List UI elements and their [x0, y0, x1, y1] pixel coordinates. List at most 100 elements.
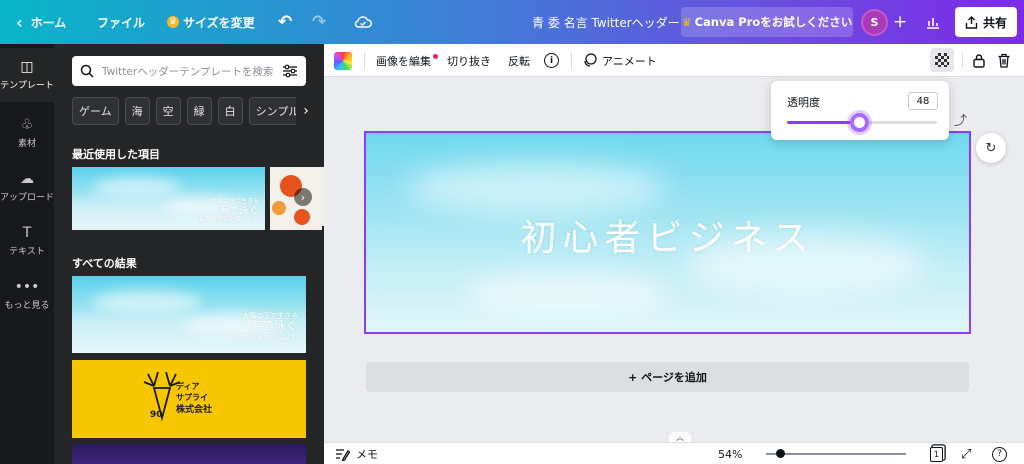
comment-add-icon[interactable]: ↻: [976, 133, 1006, 163]
edit-image-button[interactable]: 画像を編集: [376, 44, 438, 77]
color-picker-button[interactable]: [334, 44, 352, 77]
rail-item-elements[interactable]: ♧ 素材: [0, 106, 54, 160]
chip-green[interactable]: 緑: [186, 97, 212, 125]
help-icon: ?: [992, 446, 1007, 462]
notes-button[interactable]: メモ: [335, 443, 378, 464]
fullscreen-icon[interactable]: ⤢: [961, 443, 971, 464]
rail-item-text[interactable]: T テキスト: [0, 214, 54, 268]
search-input[interactable]: Twitterヘッダーテンプレートを検索: [102, 64, 282, 79]
template-line: 太陽の下で生きる: [211, 198, 259, 205]
file-menu[interactable]: ファイル: [97, 0, 145, 44]
info-icon[interactable]: i: [544, 44, 559, 77]
lock-icon[interactable]: [972, 44, 986, 77]
logo-number: 90: [150, 410, 163, 420]
bottom-bar: メモ 54% 1 ⤢ ?: [324, 442, 1024, 464]
animate-icon: [584, 53, 597, 67]
page-tools-icon[interactable]: ⤴: [954, 110, 967, 129]
document-title[interactable]: 青 委 名言 Twitterヘッダー: [532, 0, 680, 44]
flip-button[interactable]: 反転: [508, 44, 530, 77]
template-text: 太陽の下で生きる 海で泳ぐ 自然の空気を吸い込む: [198, 198, 259, 224]
template-icon: ◫: [20, 58, 34, 75]
help-button[interactable]: ?: [992, 443, 1007, 464]
toolbar-divider: [962, 52, 963, 69]
transparency-slider[interactable]: [787, 113, 937, 132]
notes-icon: [336, 448, 350, 461]
chevron-left-icon: ‹: [16, 12, 23, 32]
toolbar-divider: [364, 52, 365, 69]
slider-handle[interactable]: [849, 113, 869, 132]
result-template-sky[interactable]: 太陽の下で生きる 海で泳ぐ 自然の空気を吸い込む: [72, 276, 306, 353]
canva-pro-trial-button[interactable]: ♛ Canva Proをお試しください: [681, 7, 853, 37]
result-template-deer-logo[interactable]: ディア サプライ 株式会社 90: [72, 360, 306, 438]
back-button[interactable]: ‹ ホーム: [16, 0, 66, 44]
top-bar: ‹ ホーム ファイル ♛ サイズを変更 ↶ ↷ 青 委 名言 Twitterヘッ…: [0, 0, 1024, 44]
resize-button[interactable]: ♛ サイズを変更: [167, 0, 255, 44]
transparency-popup: 透明度 48: [771, 81, 949, 140]
logo-line: 株式会社: [176, 404, 213, 415]
animate-button[interactable]: アニメート: [582, 44, 657, 77]
recent-next-icon[interactable]: ›: [294, 188, 312, 206]
toolbar-divider: [571, 52, 572, 69]
chip-white[interactable]: 白: [217, 97, 243, 125]
home-label: ホーム: [30, 15, 67, 30]
trash-icon[interactable]: [997, 44, 1011, 77]
filter-icon[interactable]: [282, 64, 298, 78]
transparency-label: 透明度: [787, 96, 820, 109]
rail-item-templates[interactable]: ◫ テンプレート: [0, 48, 54, 102]
template-search[interactable]: Twitterヘッダーテンプレートを検索: [72, 56, 306, 86]
insights-icon[interactable]: [926, 0, 940, 44]
share-icon: [965, 15, 978, 29]
crop-button[interactable]: 切り抜き: [447, 44, 491, 77]
page-count-button[interactable]: 1: [930, 443, 943, 464]
rail-item-label: テキスト: [9, 246, 45, 257]
zoom-slider[interactable]: [766, 449, 906, 458]
cloud-shape: [92, 290, 202, 314]
design-title-text[interactable]: 初心者ビジネス: [366, 209, 969, 261]
avatar[interactable]: S: [861, 9, 888, 36]
logo-text: ディア サプライ 株式会社: [176, 382, 212, 416]
edit-image-label: 画像を編集: [376, 54, 431, 68]
undo-icon[interactable]: ↶: [278, 0, 292, 44]
design-page[interactable]: 初心者ビジネス: [364, 131, 971, 334]
transparency-button[interactable]: [930, 48, 954, 72]
notification-dot: [433, 54, 438, 59]
recent-section-title: 最近使用した項目: [72, 148, 160, 161]
chip-sky[interactable]: 空: [155, 97, 181, 125]
transparency-icon: [935, 53, 949, 67]
transparency-value-input[interactable]: 48: [908, 92, 938, 110]
crown-icon: ♛: [681, 15, 692, 29]
logo-line: ディア: [176, 382, 200, 391]
add-page-button[interactable]: + ページを追加: [366, 362, 969, 392]
template-line: 自然の空気を吸い込む: [198, 216, 259, 224]
chevron-up-icon[interactable]: ︿: [669, 432, 691, 442]
rail-item-uploads[interactable]: ☁ アップロード: [0, 160, 54, 214]
flower-shape: [272, 201, 286, 215]
rail-item-label: 素材: [17, 138, 36, 149]
rail-item-label: テンプレート: [0, 80, 54, 91]
pages-icon: 1: [930, 446, 943, 462]
rail-item-label: もっと見る: [4, 300, 50, 311]
recent-template-sky[interactable]: 太陽の下で生きる 海で泳ぐ 自然の空気を吸い込む: [72, 167, 265, 230]
search-icon: [80, 64, 94, 78]
text-icon: T: [22, 224, 32, 241]
upload-icon: ☁: [20, 170, 34, 187]
rail-item-more[interactable]: ••• もっと見る: [0, 268, 54, 322]
all-results-section-title: すべての結果: [72, 257, 137, 270]
chips-next-icon[interactable]: ›: [296, 97, 316, 125]
chip-sea[interactable]: 海: [124, 97, 150, 125]
redo-icon[interactable]: ↷: [312, 0, 326, 44]
template-line: 自然の空気を吸い込む: [228, 333, 298, 342]
template-text: 太陽の下で生きる 海で泳ぐ 自然の空気を吸い込む: [228, 312, 298, 342]
left-rail: ◫ テンプレート ♧ 素材 ☁ アップロード T テキスト ••• もっと見る: [0, 44, 54, 464]
share-button[interactable]: 共有: [955, 7, 1017, 37]
zoom-percent[interactable]: 54%: [718, 443, 742, 464]
templates-panel: Twitterヘッダーテンプレートを検索 ゲーム 海 空 緑 白 シンプル › …: [54, 44, 324, 464]
zoom-handle[interactable]: [775, 449, 785, 458]
color-swatch-icon: [334, 51, 352, 70]
cloud-save-icon[interactable]: [354, 0, 372, 44]
resize-label: サイズを変更: [183, 15, 255, 30]
chip-game[interactable]: ゲーム: [72, 97, 119, 125]
result-template-purple[interactable]: [72, 444, 306, 464]
add-member-icon[interactable]: +: [893, 0, 907, 44]
cloud-shape: [466, 273, 666, 313]
